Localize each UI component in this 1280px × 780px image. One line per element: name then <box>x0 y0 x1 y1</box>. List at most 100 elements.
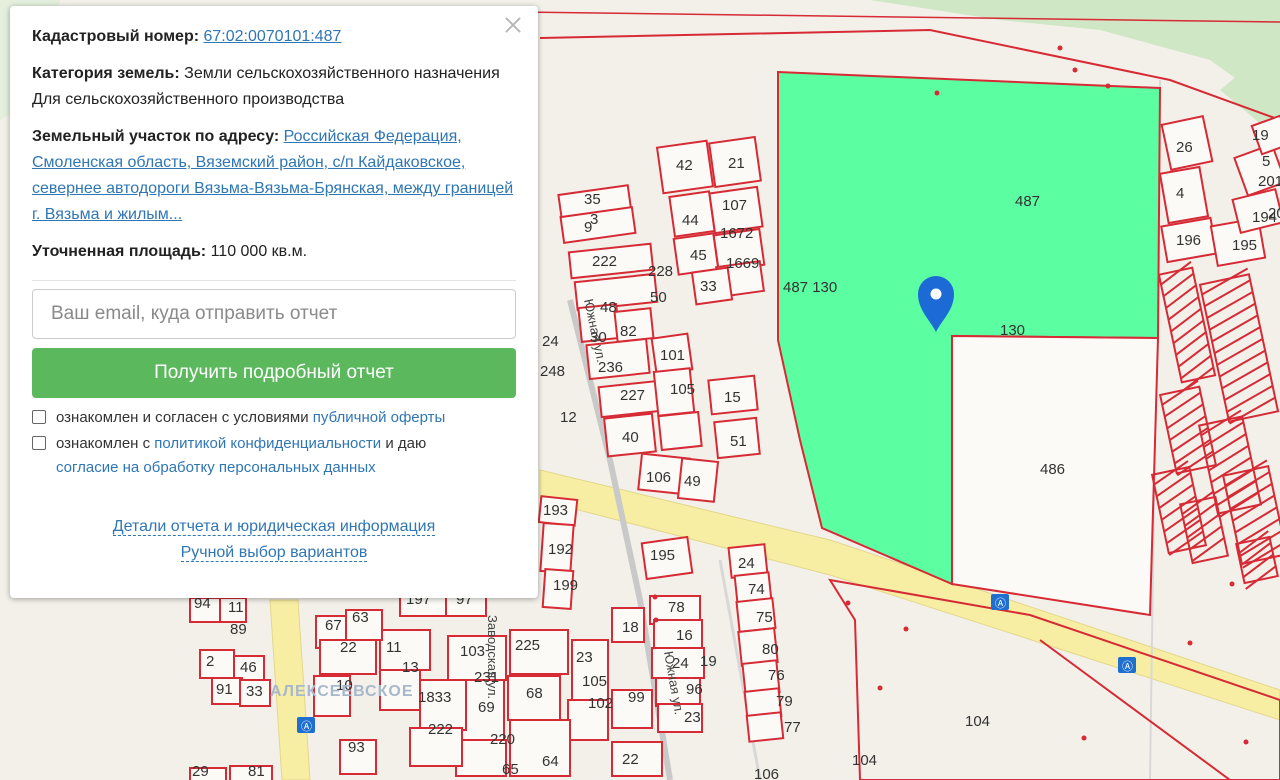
cadastral-number-row: Кадастровый номер: 67:02:0070101:487 <box>32 24 516 50</box>
plot-number: 76 <box>768 667 785 684</box>
bus-stop-icon: Ⓐ <box>991 594 1009 610</box>
consent-privacy: ознакомлен с политикой конфиденциальност… <box>32 432 516 480</box>
plot-number: 80 <box>762 641 779 658</box>
plot-number: 106 <box>646 469 671 486</box>
plot-number: 99 <box>628 689 645 706</box>
plot-number: 33 <box>246 683 263 700</box>
plot-number: 42 <box>676 157 693 174</box>
plot-number: 195 <box>650 547 675 564</box>
plot-number: 18 <box>622 619 639 636</box>
plot-number: 50 <box>650 289 667 306</box>
plot-number: 5 <box>1262 153 1270 170</box>
address-row: Земельный участок по адресу: Российская … <box>32 124 516 228</box>
plot-number: 104 <box>852 752 877 769</box>
cadastral-number-link[interactable]: 67:02:0070101:487 <box>204 28 342 45</box>
plot-number: 487 <box>1015 193 1040 210</box>
category-label: Категория земель: <box>32 65 180 82</box>
plot-number: 45 <box>690 247 707 264</box>
plot-number: 199 <box>553 577 578 594</box>
plot-number: 67 <box>325 617 342 634</box>
svg-text:Ⓐ: Ⓐ <box>301 720 312 733</box>
plot-number: 225 <box>515 637 540 654</box>
plot-number: 24 <box>738 555 755 572</box>
locality-label: АЛЕКСЕЕВСКОЕ <box>270 683 413 700</box>
category-value: Земли сельскохозяйственного назначения <box>184 65 500 82</box>
plot-number: 130 <box>1000 322 1025 339</box>
plot-number: 11 <box>386 639 402 656</box>
plot-number: 15 <box>724 389 741 406</box>
plot-number: 35 <box>584 191 601 208</box>
personal-data-consent-link[interactable]: согласие на обработку персональных данны… <box>56 459 376 476</box>
plot-number: 40 <box>622 429 639 446</box>
plot-number: 93 <box>348 739 365 756</box>
plot-number: 19 <box>700 653 717 670</box>
bus-stop-icon: Ⓐ <box>1118 657 1136 673</box>
svg-text:Ⓐ: Ⓐ <box>995 597 1006 610</box>
area-value: 110 000 кв.м. <box>210 243 308 260</box>
plot-number: 486 <box>1040 461 1065 478</box>
permitted-use-value: Для сельскохозяйственного производства <box>32 91 345 108</box>
plot-number: 46 <box>240 659 257 676</box>
plot-number: 220 <box>490 731 515 748</box>
plot-number: 44 <box>682 212 699 229</box>
privacy-policy-link[interactable]: политикой конфиденциальности <box>154 435 381 452</box>
plot-number: 2 <box>206 653 214 670</box>
email-input[interactable] <box>32 289 516 339</box>
plot-number: 222 <box>592 253 617 270</box>
plot-number: 26 <box>1176 139 1193 156</box>
plot-number: 24 <box>542 333 559 350</box>
plot-number: 68 <box>526 685 543 702</box>
plot-number: 193 <box>543 502 568 519</box>
manual-selection-link[interactable]: Ручной выбор вариантов <box>180 544 368 562</box>
plot-number: 201 <box>1258 173 1280 190</box>
plot-number: 1669 <box>726 255 759 272</box>
plot-number: 222 <box>428 721 453 738</box>
plot-number: 22 <box>622 751 639 768</box>
plot-number: 192 <box>548 541 573 558</box>
area-row: Уточненная площадь: 110 000 кв.м. <box>32 239 516 265</box>
plot-number: 78 <box>668 599 685 616</box>
plot-number: 79 <box>776 693 793 710</box>
plot-number: 23 <box>576 649 593 666</box>
consent-offer-checkbox[interactable] <box>32 410 46 424</box>
plot-number: 75 <box>756 609 773 626</box>
public-offer-link[interactable]: публичной оферты <box>313 409 446 426</box>
get-report-button[interactable]: Получить подробный отчет <box>32 348 516 398</box>
plot-number: 228 <box>648 263 673 280</box>
plot-number: 81 <box>248 763 265 780</box>
plot-number: 4 <box>1176 185 1184 202</box>
plot-number: 196 <box>1176 232 1201 249</box>
divider <box>32 280 516 281</box>
plot-number: 105 <box>582 673 607 690</box>
plot-number: 48 <box>600 299 617 316</box>
svg-text:Ⓐ: Ⓐ <box>1122 660 1133 673</box>
plot-number: 74 <box>748 581 765 598</box>
consent-offer-text: ознакомлен и согласен с условиями <box>56 409 309 426</box>
close-icon[interactable] <box>500 12 526 38</box>
plot-number: 77 <box>784 719 801 736</box>
plot-number: 91 <box>216 681 233 698</box>
plot-number: 104 <box>965 713 990 730</box>
plot-number: 1833 <box>418 689 451 706</box>
land-category-row: Категория земель: Земли сельскохозяйстве… <box>32 61 516 113</box>
consent-privacy-checkbox[interactable] <box>32 436 46 450</box>
report-details-link[interactable]: Детали отчета и юридическая информация <box>112 518 436 536</box>
plot-number: 227 <box>620 387 645 404</box>
plot-number: 89 <box>230 621 247 638</box>
plot-number: 29 <box>192 763 209 780</box>
plot-number: 69 <box>478 699 495 716</box>
address-label: Земельный участок по адресу: <box>32 128 280 145</box>
plot-number: 12 <box>560 409 577 426</box>
plot-number: 195 <box>1232 237 1257 254</box>
plot-number: 487 130 <box>783 279 837 296</box>
consent-privacy-text-b: и даю <box>385 435 427 452</box>
street-label: Заводская ул. <box>485 615 500 699</box>
cadastral-label: Кадастровый номер: <box>32 28 200 45</box>
plot-number: 65 <box>502 761 519 778</box>
plot-number: 16 <box>676 627 693 644</box>
consent-offer: ознакомлен и согласен с условиями публич… <box>32 406 516 430</box>
plot-number: 103 <box>460 643 485 660</box>
plot-number: 13 <box>402 659 419 676</box>
plot-number: 9 <box>584 219 592 236</box>
plot-number: 96 <box>686 681 703 698</box>
